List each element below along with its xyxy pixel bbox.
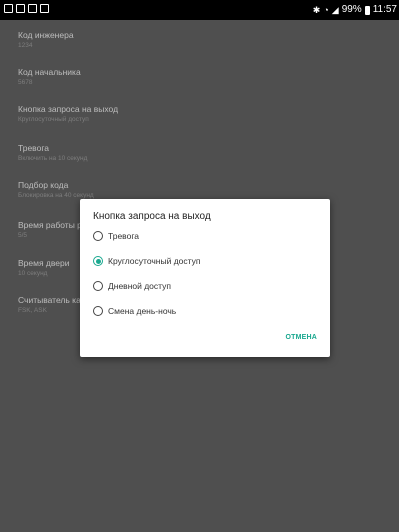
setting-alarm[interactable]: Тревога Включить на 10 секунд [18, 143, 87, 163]
setting-title: Время двери [18, 258, 70, 268]
setting-value: 1234 [18, 42, 33, 49]
exit-button-dialog: Кнопка запроса на выход Тревога Круглосу… [80, 199, 330, 357]
battery-percent: 99% [341, 4, 362, 15]
option-label: Дневной доступ [108, 281, 172, 291]
setting-value: 5/5 [18, 232, 28, 239]
option-label: Смена день-ночь [108, 306, 177, 316]
setting-value: 10 секунд [18, 270, 48, 277]
radio-button-selected[interactable] [93, 256, 103, 266]
dialog-title: Кнопка запроса на выход [93, 211, 211, 222]
option-label: Тревога [108, 231, 139, 241]
setting-title: Код начальника [18, 67, 81, 77]
option-label: Круглосуточный доступ [108, 256, 201, 266]
signal-icon: ◢ [331, 5, 339, 15]
setting-title: Тревога [18, 143, 49, 153]
option-alarm[interactable]: Тревога [93, 229, 139, 243]
setting-card-reader[interactable]: Считыватель ка FSK, ASK [18, 295, 81, 315]
setting-title: Кнопка запроса на выход [18, 104, 119, 114]
setting-engineer-code[interactable]: Код инженера 1234 [18, 30, 74, 50]
clock: 11:57 [372, 4, 397, 15]
radio-button[interactable] [93, 281, 103, 291]
email-icon [28, 4, 37, 13]
battery-icon [364, 5, 370, 15]
bluetooth-icon: ✱ [312, 5, 321, 15]
setting-title: Время работы р [18, 220, 82, 230]
setting-value: Круглосуточный доступ [18, 116, 89, 123]
system-icons: ✱ ◔ ◢ 99% 11:57 [313, 4, 397, 16]
setting-code-guess[interactable]: Подбор кода Блокировка на 40 секунд [18, 180, 94, 200]
setting-chief-code[interactable]: Код начальника 5678 [18, 67, 81, 87]
message-icon [16, 4, 25, 13]
setting-title: Код инженера [18, 30, 74, 40]
setting-title: Подбор кода [18, 180, 69, 190]
setting-door-time[interactable]: Время двери 10 секунд [18, 258, 70, 278]
radio-button[interactable] [93, 231, 103, 241]
setting-work-time[interactable]: Время работы р 5/5 [18, 220, 82, 240]
shop-icon [40, 4, 49, 13]
option-day-night-shift[interactable]: Смена день-ночь [93, 304, 176, 318]
option-day-access[interactable]: Дневной доступ [93, 279, 171, 293]
setting-exit-button[interactable]: Кнопка запроса на выход Круглосуточный д… [18, 104, 118, 124]
radio-button[interactable] [93, 306, 103, 316]
setting-value: FSK, ASK [18, 307, 47, 314]
wifi-icon: ◔ [323, 5, 329, 15]
cancel-button[interactable]: ОТМЕНА [285, 334, 317, 341]
setting-title: Считыватель ка [18, 295, 81, 305]
setting-value: Включить на 10 секунд [18, 155, 88, 162]
notification-icons [4, 4, 49, 13]
status-bar: ✱ ◔ ◢ 99% 11:57 [0, 0, 399, 20]
setting-value: 5678 [18, 79, 33, 86]
option-24h-access[interactable]: Круглосуточный доступ [93, 254, 201, 268]
gallery-icon [4, 4, 13, 13]
